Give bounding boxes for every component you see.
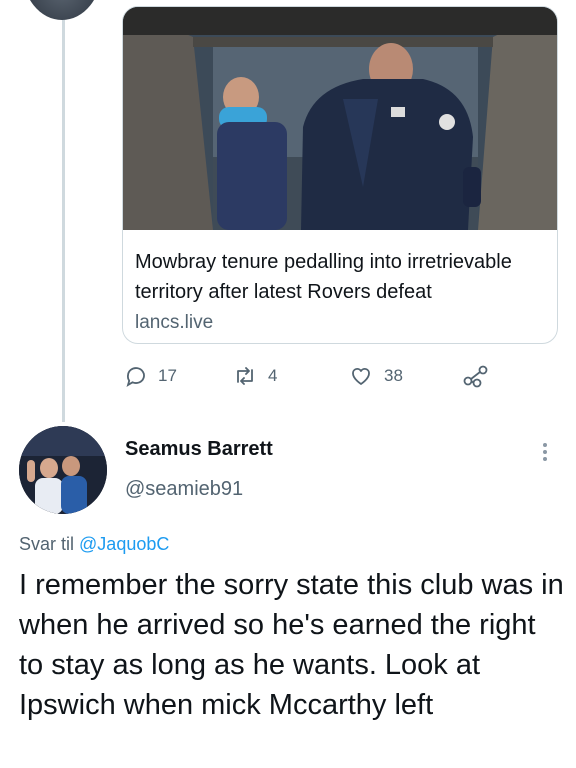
like-icon bbox=[348, 364, 374, 388]
like-button[interactable]: 38 bbox=[348, 360, 403, 392]
share-button[interactable] bbox=[462, 360, 490, 392]
previous-author-avatar[interactable] bbox=[22, 0, 102, 20]
share-icon bbox=[462, 364, 490, 388]
reply-label: Svar til bbox=[19, 534, 75, 554]
thread-line bbox=[62, 18, 65, 422]
tweet-text: I remember the sorry state this club was… bbox=[19, 569, 564, 721]
retweet-icon bbox=[232, 364, 258, 388]
reply-icon bbox=[124, 364, 148, 388]
reply-button[interactable]: 17 bbox=[124, 360, 177, 392]
link-preview-image bbox=[123, 7, 557, 230]
retweet-count: 4 bbox=[268, 366, 278, 385]
reply-to-handle-link[interactable]: @JaquobC bbox=[79, 534, 169, 554]
reply-count: 17 bbox=[158, 366, 177, 385]
link-card-title: Mowbray tenure pedalling into irretrieva… bbox=[135, 251, 512, 303]
like-count: 38 bbox=[384, 366, 403, 385]
author-avatar[interactable] bbox=[19, 426, 107, 514]
more-icon[interactable] bbox=[535, 440, 555, 464]
link-preview-card[interactable]: Mowbray tenure pedalling into irretrieva… bbox=[122, 6, 558, 344]
retweet-button[interactable]: 4 bbox=[232, 360, 277, 392]
reply-context: Svar til @JaquobC bbox=[19, 534, 169, 555]
tweet-action-bar: 17 4 38 bbox=[122, 360, 562, 392]
author-handle[interactable]: @seamieb91 bbox=[125, 478, 243, 501]
author-name[interactable]: Seamus Barrett bbox=[125, 438, 273, 461]
link-card-domain: lancs.live bbox=[135, 312, 214, 333]
